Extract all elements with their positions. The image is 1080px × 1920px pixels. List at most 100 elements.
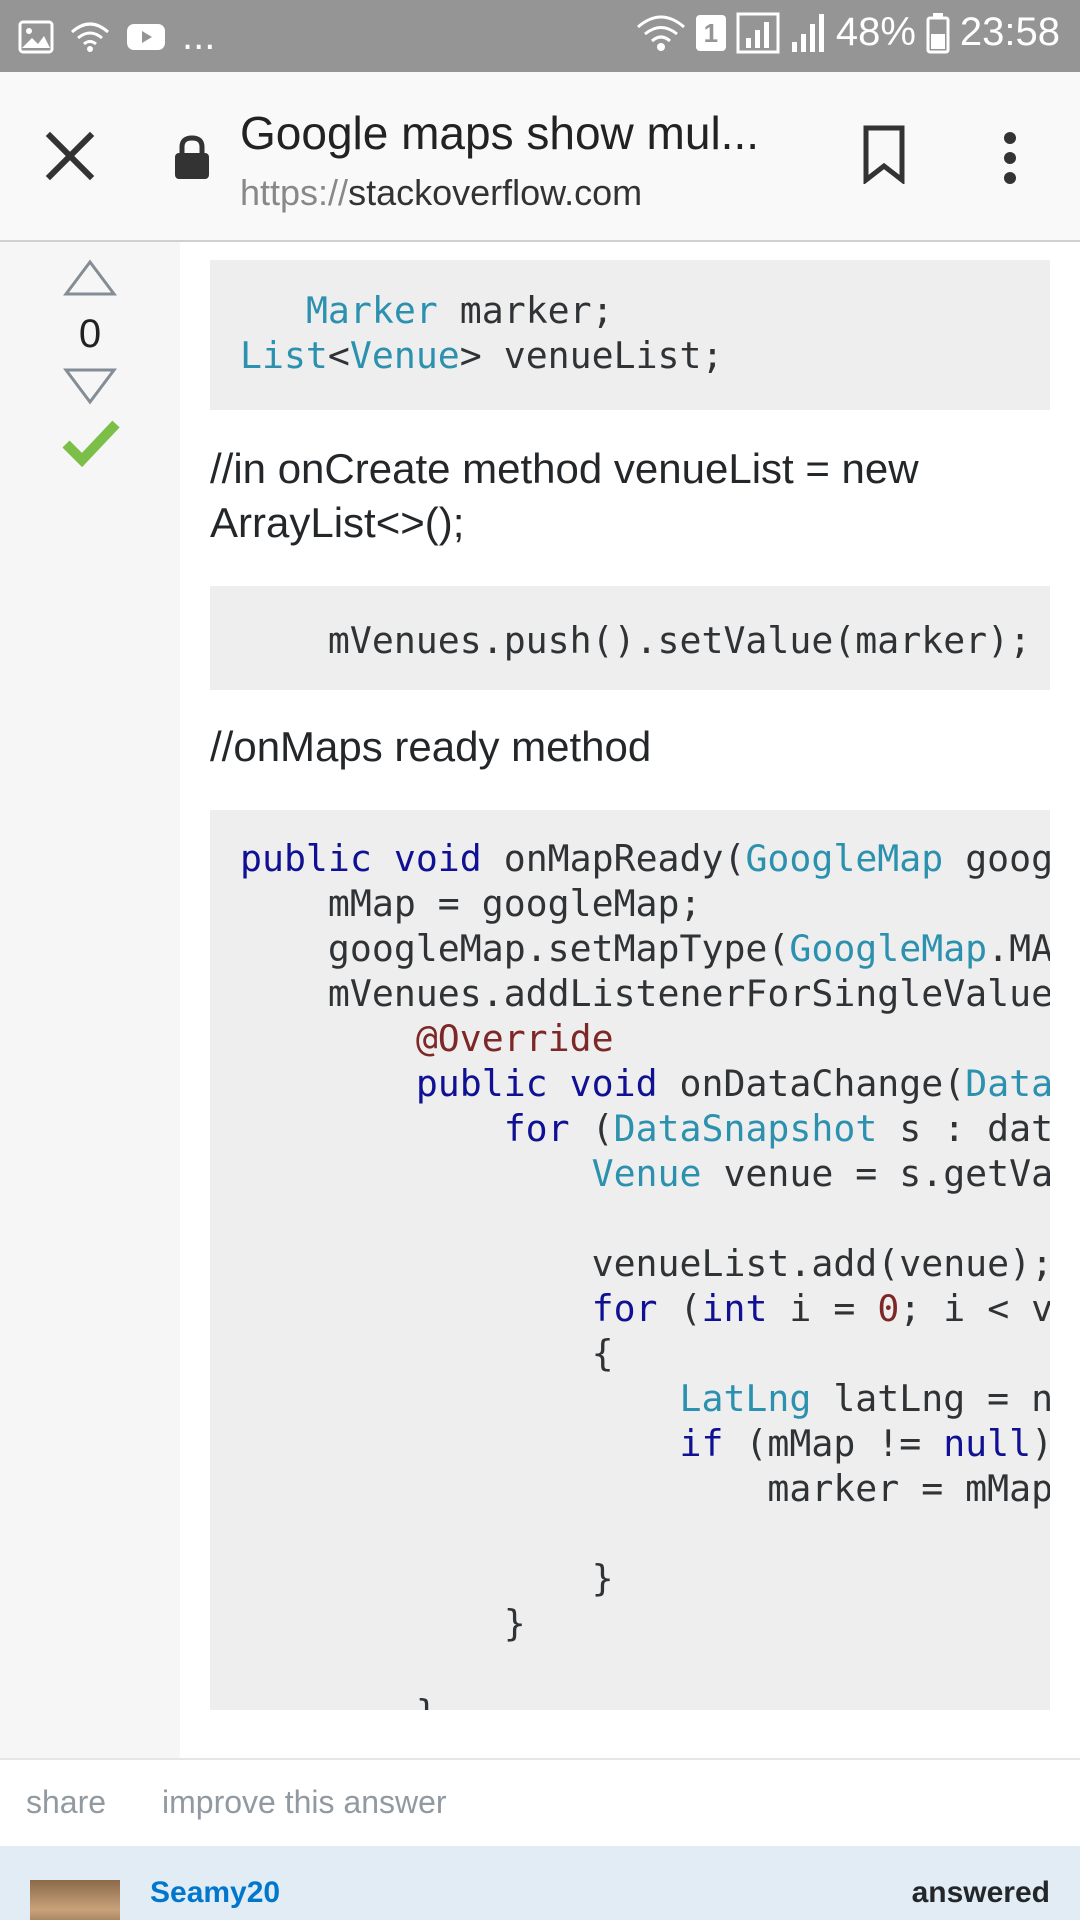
clock: 23:58	[959, 10, 1060, 54]
vote-column: 0	[0, 242, 180, 1758]
code-line: Venue venue = s.getValue(	[240, 1152, 1050, 1195]
code-line: }	[240, 1557, 614, 1600]
code-token: (	[569, 1107, 614, 1150]
downvote-icon[interactable]	[62, 366, 118, 406]
code-token: (	[657, 1287, 702, 1330]
share-link[interactable]: share	[26, 1784, 106, 1821]
code-token: googleMap.setMapType(	[240, 927, 790, 970]
url-host: stackoverflow.com	[348, 172, 643, 213]
answered-label: answered	[911, 1876, 1050, 1909]
code-token: venueList.add(venue);	[240, 1242, 1050, 1285]
battery-percent: 48%	[835, 10, 916, 54]
code-token: (mMap !=	[723, 1422, 944, 1465]
image-icon	[18, 20, 54, 53]
code-token: Venue	[591, 1152, 702, 1195]
code-token: onDataChange(	[657, 1062, 966, 1105]
code-token: GoogleMap	[789, 927, 988, 970]
code-line: venueList.add(venue);	[240, 1242, 1050, 1285]
lock-icon	[175, 135, 209, 179]
user-name-link[interactable]: Seamy20	[150, 1876, 280, 1910]
user-signature-card: Seamy20 answered	[0, 1846, 1080, 1920]
code-token: DataSnapshot	[965, 1062, 1050, 1105]
improve-answer-link[interactable]: improve this answer	[162, 1784, 447, 1821]
code-line: for (DataSnapshot s : dataSnapshot	[240, 1107, 1050, 1150]
code-token: public	[240, 837, 372, 880]
status-left-icons: ...	[18, 14, 215, 59]
page-url[interactable]: https://stackoverflow.com	[240, 172, 642, 214]
more-options-icon[interactable]	[990, 128, 1030, 188]
code-line: List<Venue> venueList;	[240, 334, 723, 377]
url-scheme: https://	[240, 172, 349, 213]
post-paragraph: //onMaps ready method	[210, 723, 652, 770]
code-line: googleMap.setMapType(GoogleMap.MAP_TYPE_…	[240, 927, 1050, 970]
code-line: {	[240, 1332, 614, 1375]
code-line: @Override	[240, 1017, 614, 1060]
code-line: if (mMap != null) {	[240, 1422, 1051, 1465]
answer-content: 0 Marker marker; List<Venue> venueList; …	[0, 242, 1080, 1758]
code-line: mMap = googleMap;	[240, 882, 702, 925]
code-token: onMapReady(	[481, 837, 746, 880]
code-token: mVenues.push().setValue(marker);	[240, 619, 1032, 662]
code-token: Marker	[305, 289, 438, 332]
wifi-icon	[636, 15, 685, 51]
code-token: 0	[877, 1287, 900, 1330]
upvote-icon[interactable]	[62, 258, 118, 298]
accepted-check-icon	[62, 420, 120, 468]
code-line: }	[240, 1692, 438, 1710]
code-token: venue = s.getValue(	[723, 1152, 1050, 1195]
bookmark-icon[interactable]	[860, 124, 908, 184]
signal-icon-2	[791, 13, 824, 52]
code-token: latLng = new	[833, 1377, 1050, 1420]
code-token: googleMap) {	[965, 837, 1050, 880]
code-line: public void onDataChange(DataSnapshot da…	[240, 1062, 1050, 1105]
code-token: void	[393, 837, 482, 880]
battery-icon	[926, 12, 950, 53]
code-line: public void onMapReady(GoogleMap googleM…	[240, 837, 1050, 880]
avatar[interactable]	[30, 1880, 120, 1920]
status-right-icons: 1 48% 23:58	[636, 10, 1060, 55]
code-token: for	[503, 1107, 570, 1150]
code-token: mVenues.addListenerForSingleValueEvent(	[327, 972, 1050, 1015]
code-token: int	[701, 1287, 768, 1330]
youtube-icon	[127, 23, 165, 50]
code-token: marker;	[437, 289, 614, 332]
code-line: LatLng latLng = new	[240, 1377, 1051, 1420]
close-icon[interactable]	[38, 124, 102, 188]
code-token: ) {	[1031, 1422, 1050, 1465]
code-token: DataSnapshot	[613, 1107, 878, 1150]
vote-count: 0	[78, 312, 102, 356]
code-line: for (int i = 0; i < venueList	[240, 1287, 1050, 1330]
code-token: mMap = googleMap;	[240, 882, 702, 925]
code-token: @Override	[415, 1017, 614, 1060]
page-title[interactable]: Google maps show mul...	[240, 106, 800, 160]
code-token: if	[679, 1422, 724, 1465]
browser-toolbar: Google maps show mul... https://stackove…	[0, 72, 1080, 242]
code-line: mVenues.addListenerForSingleValueEvent(	[240, 972, 1050, 1015]
code-token: LatLng	[679, 1377, 812, 1420]
more-notifications: ...	[182, 14, 216, 58]
code-token: for	[591, 1287, 658, 1330]
wifi-call-icon	[71, 22, 109, 52]
code-token: }	[240, 1692, 438, 1710]
code-line: Marker marker;	[240, 289, 614, 332]
sim-badge: 1	[695, 14, 726, 51]
code-token: List	[240, 334, 328, 377]
code-line: marker = mMap.addMarker(	[240, 1467, 1050, 1510]
post-body: Marker marker; List<Venue> venueList; //…	[180, 242, 1080, 1758]
code-line: mVenues.push().setValue(marker);	[240, 619, 1031, 662]
code-token: public	[415, 1062, 548, 1105]
code-token: s : dataSnapshot	[899, 1107, 1050, 1150]
code-token: GoogleMap	[745, 837, 944, 880]
code-token: null	[943, 1422, 1032, 1465]
code-token: .MAP_TYPE_NORMAL);	[987, 927, 1050, 970]
code-block: public void onMapReady(GoogleMap googleM…	[210, 810, 1050, 1710]
code-token: > venueList;	[459, 334, 724, 377]
